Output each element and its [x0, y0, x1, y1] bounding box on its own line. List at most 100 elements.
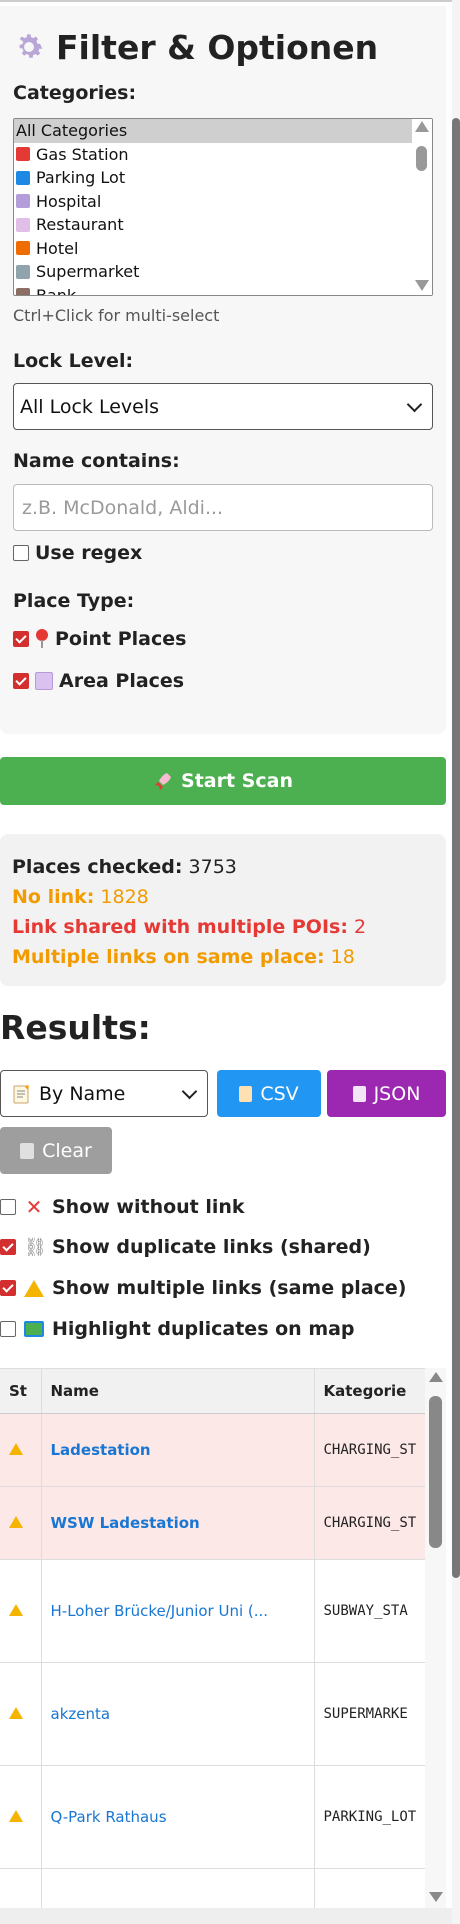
clipboard-icon	[239, 1085, 253, 1102]
table-row[interactable]: Ladestation CHARGING_ST	[0, 1413, 426, 1487]
category-cell: CHARGING_ST	[314, 1486, 426, 1560]
scroll-down-arrow-icon[interactable]	[429, 1892, 443, 1902]
warning-icon	[9, 1706, 23, 1719]
categories-listbox[interactable]: All Categories Gas Station Parking Lot H…	[13, 118, 433, 296]
link-icon: ⛓	[24, 1236, 47, 1258]
table-row[interactable]: WSW Ladestation CHARGING_ST	[0, 1486, 426, 1560]
option-label: Show duplicate links (shared)	[52, 1236, 371, 1258]
place-name-link[interactable]: H-Loher Brücke/Junior Uni (...	[41, 1559, 315, 1663]
stat-label: Places checked:	[12, 856, 183, 878]
stat-value: 18	[330, 946, 355, 968]
multi-select-hint: Ctrl+Click for multi-select	[13, 306, 220, 325]
stat-places-checked: Places checked: 3753	[12, 852, 434, 882]
status-cell	[0, 1486, 42, 1560]
category-option-parking-lot[interactable]: Parking Lot	[14, 166, 432, 190]
option-label: Show without link	[52, 1196, 245, 1218]
fuel-icon	[16, 147, 30, 162]
option-label: Show multiple links (same place)	[52, 1277, 407, 1299]
category-option-bank[interactable]: Bank	[14, 284, 432, 295]
show-without-link-checkbox[interactable]	[0, 1199, 16, 1215]
warning-icon	[9, 1442, 23, 1455]
table-scroll-thumb[interactable]	[429, 1396, 442, 1548]
panel-title: Filter & Optionen	[12, 20, 434, 74]
point-places-checkbox[interactable]	[13, 631, 29, 647]
hospital-icon	[16, 194, 30, 209]
table-row[interactable]: akzenta SUPERMARKE	[0, 1662, 426, 1766]
page-scroll-thumb[interactable]	[452, 118, 460, 1578]
category-cell: SUBWAY_STA	[314, 1559, 426, 1663]
stat-multiple-links: Multiple links on same place: 18	[12, 942, 434, 972]
header-category[interactable]: Kategorie	[314, 1369, 426, 1414]
lock-level-select[interactable]: All Lock Levels	[13, 383, 433, 430]
x-icon: ✕	[25, 1195, 43, 1219]
stat-link-shared: Link shared with multiple POIs: 2	[12, 912, 434, 942]
category-option-all[interactable]: All Categories	[14, 119, 432, 143]
sort-value: By Name	[39, 1082, 126, 1105]
category-option-gas-station[interactable]: Gas Station	[14, 143, 432, 167]
use-regex-option[interactable]: Use regex	[13, 542, 142, 564]
scroll-thumb[interactable]	[416, 146, 427, 171]
category-cell: SUPERMARKE	[314, 1662, 426, 1766]
warning-icon	[24, 1279, 44, 1297]
category-option-restaurant[interactable]: Restaurant	[14, 213, 432, 237]
restaurant-icon	[16, 217, 30, 232]
place-name-link[interactable]: Ladestation	[41, 1413, 315, 1487]
option-label: Highlight duplicates on map	[52, 1318, 355, 1340]
table-row[interactable]	[0, 1868, 426, 1908]
category-option-label: Supermarket	[36, 262, 140, 281]
scroll-up-arrow-icon[interactable]	[415, 121, 429, 132]
area-places-label: Area Places	[59, 670, 185, 692]
results-title: Results:	[0, 1008, 151, 1047]
header-name[interactable]: Name	[41, 1369, 315, 1414]
export-csv-button[interactable]: CSV	[217, 1070, 321, 1117]
use-regex-checkbox[interactable]	[13, 545, 29, 561]
option-highlight-duplicates[interactable]: Highlight duplicates on map	[0, 1318, 355, 1340]
scroll-down-arrow-icon[interactable]	[415, 280, 429, 291]
name-search-input[interactable]	[13, 484, 433, 531]
area-places-checkbox[interactable]	[13, 673, 29, 689]
category-option-label: Hospital	[36, 191, 102, 211]
warning-icon	[9, 1515, 23, 1528]
start-scan-button[interactable]: Start Scan	[0, 757, 446, 805]
place-name-link[interactable]: akzenta	[41, 1662, 315, 1766]
place-name-link[interactable]: WSW Ladestation	[41, 1486, 315, 1560]
sort-select[interactable]: By Name	[0, 1070, 208, 1117]
clear-label: Clear	[42, 1139, 92, 1162]
show-duplicate-links-checkbox[interactable]	[0, 1239, 16, 1255]
results-table: St Name Kategorie Ladestation CHARGING_S…	[0, 1369, 426, 1908]
stat-no-link: No link: 1828	[12, 882, 434, 912]
show-multiple-links-checkbox[interactable]	[0, 1280, 16, 1296]
table-row[interactable]: H-Loher Brücke/Junior Uni (... SUBWAY_ST…	[0, 1559, 426, 1663]
area-places-option[interactable]: Area Places	[13, 670, 184, 692]
header-status[interactable]: St	[0, 1369, 42, 1414]
option-show-multiple-links[interactable]: Show multiple links (same place)	[0, 1277, 406, 1299]
csv-label: CSV	[260, 1082, 299, 1105]
listbox-scrollbar[interactable]	[412, 119, 432, 295]
scroll-up-arrow-icon[interactable]	[429, 1372, 443, 1382]
highlight-duplicates-checkbox[interactable]	[0, 1321, 16, 1337]
category-option-hospital[interactable]: Hospital	[14, 190, 432, 214]
place-name-link[interactable]	[41, 1868, 315, 1908]
stats-panel: Places checked: 3753 No link: 1828 Link …	[0, 834, 446, 986]
category-option-label: All Categories	[16, 121, 128, 140]
place-name-link[interactable]: Q-Park Rathaus	[41, 1765, 315, 1869]
chevron-down-icon	[406, 396, 423, 413]
table-row[interactable]: Q-Park Rathaus PARKING_LOT	[0, 1765, 426, 1869]
pin-icon	[35, 629, 49, 649]
category-cell: CHARGING_ST	[314, 1413, 426, 1487]
point-places-option[interactable]: Point Places	[13, 628, 186, 650]
point-places-label: Point Places	[55, 628, 187, 650]
category-option-hotel[interactable]: Hotel	[14, 237, 432, 261]
bank-icon	[16, 288, 30, 295]
status-cell	[0, 1765, 42, 1869]
option-show-duplicate-links[interactable]: ⛓ Show duplicate links (shared)	[0, 1236, 371, 1258]
memo-icon	[13, 1084, 29, 1103]
gear-icon	[19, 34, 43, 58]
option-show-without-link[interactable]: ✕ Show without link	[0, 1195, 245, 1219]
clear-button[interactable]: Clear	[0, 1127, 112, 1174]
warning-icon	[9, 1809, 23, 1822]
bottom-bar	[0, 1908, 460, 1924]
export-json-button[interactable]: JSON	[327, 1070, 446, 1117]
trash-icon	[20, 1142, 35, 1159]
category-option-supermarket[interactable]: Supermarket	[14, 260, 432, 284]
